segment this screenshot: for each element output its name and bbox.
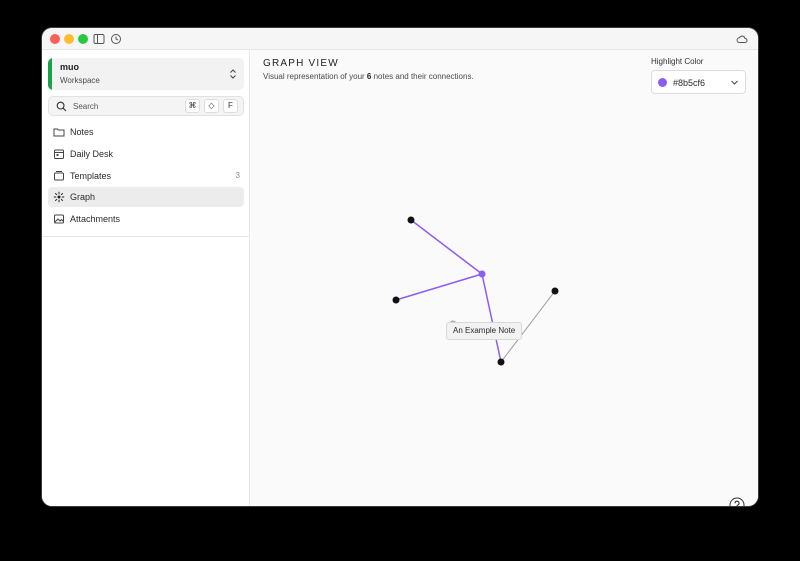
- chevron-down-icon: [731, 80, 738, 85]
- history-icon[interactable]: [110, 33, 122, 45]
- page-title: GRAPH VIEW: [263, 58, 339, 69]
- graph-node[interactable]: [407, 216, 415, 224]
- graph-node[interactable]: [497, 358, 505, 366]
- close-window-button[interactable]: [50, 34, 60, 44]
- workspace-name: muo: [60, 62, 79, 72]
- color-swatch: [658, 78, 667, 87]
- workspace-subtitle: Workspace: [60, 76, 100, 85]
- page-subtitle: Visual representation of your 6 notes an…: [263, 72, 474, 81]
- graph-node[interactable]: [551, 287, 559, 295]
- sidebar-item-label: Attachments: [70, 214, 121, 224]
- chevron-up-down-icon: [230, 69, 236, 79]
- workspace-color-bar: [48, 58, 52, 90]
- minimize-window-button[interactable]: [64, 34, 74, 44]
- highlight-color-value: #8b5cf6: [673, 78, 706, 88]
- calendar-icon: [54, 149, 64, 159]
- sidebar-divider: [42, 236, 250, 237]
- search-placeholder: Search: [73, 102, 99, 111]
- graph-icon: [53, 191, 65, 203]
- sidebar-item-templates[interactable]: Templates 3: [48, 166, 244, 186]
- help-icon[interactable]: [729, 497, 745, 506]
- zoom-window-button[interactable]: [78, 34, 88, 44]
- folder-icon: [53, 128, 65, 137]
- note-graph[interactable]: [251, 50, 758, 506]
- highlight-color-label: Highlight Color: [651, 57, 704, 66]
- sidebar-item-attachments[interactable]: Attachments: [48, 209, 244, 229]
- graph-edge: [410, 219, 483, 275]
- graph-nodes: [392, 216, 559, 366]
- templates-count: 3: [235, 171, 240, 180]
- shortcut-key-option: ◇: [204, 99, 219, 113]
- sidebar-item-label: Templates: [70, 171, 112, 181]
- title-bar: [42, 28, 758, 50]
- node-tooltip: An Example Note: [446, 322, 523, 340]
- subtitle-suffix: notes and their connections.: [371, 72, 474, 81]
- cloud-icon[interactable]: [736, 33, 748, 45]
- sidebar-item-label: Notes: [70, 127, 94, 137]
- graph-node[interactable]: [392, 296, 400, 304]
- subtitle-prefix: Visual representation of your: [263, 72, 367, 81]
- image-icon: [54, 214, 64, 224]
- search-icon: [56, 101, 67, 112]
- sidebar-item-graph[interactable]: Graph: [48, 187, 244, 207]
- sidebar-item-label: Graph: [70, 192, 96, 202]
- sidebar-item-label: Daily Desk: [70, 149, 114, 159]
- sidebar-item-notes[interactable]: Notes: [48, 122, 244, 142]
- highlight-color-select[interactable]: #8b5cf6: [651, 70, 746, 94]
- search-box[interactable]: Search ⌘ ◇ F: [48, 96, 244, 116]
- sidebar: muo Workspace Search ⌘ ◇ F Notes Daily D…: [42, 50, 250, 506]
- template-icon: [54, 171, 64, 181]
- app-window: muo Workspace Search ⌘ ◇ F Notes Daily D…: [42, 28, 758, 506]
- shortcut-key-f: F: [223, 99, 238, 113]
- sidebar-item-daily-desk[interactable]: Daily Desk: [48, 144, 244, 164]
- sidebar-toggle-icon[interactable]: [93, 33, 105, 45]
- workspace-switcher[interactable]: muo Workspace: [48, 58, 244, 90]
- graph-edges: [395, 219, 556, 363]
- graph-edge: [481, 273, 502, 363]
- graph-view-panel: GRAPH VIEW Visual representation of your…: [251, 50, 758, 506]
- graph-edge: [395, 273, 483, 301]
- graph-node-highlighted[interactable]: [478, 270, 486, 278]
- shortcut-key-command: ⌘: [185, 99, 200, 113]
